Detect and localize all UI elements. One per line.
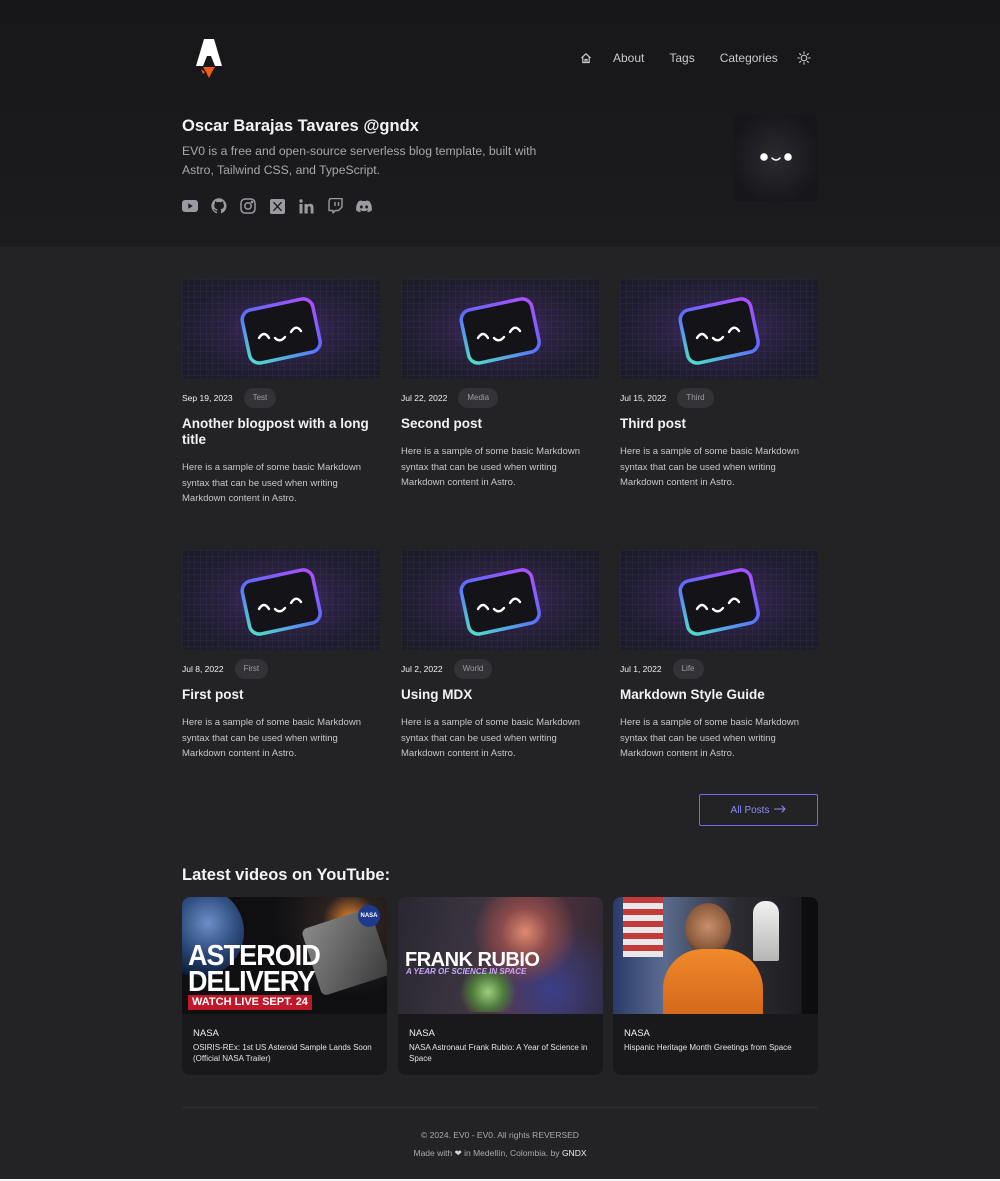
- sun-icon[interactable]: [795, 49, 813, 67]
- post-card[interactable]: Jul 8, 2022 First First post Here is a sa…: [182, 550, 380, 762]
- footer-made-suffix: in Medellín, Colombia. by: [464, 1148, 560, 1158]
- video-card[interactable]: FRANK RUBIO A YEAR OF SCIENCE IN SPACE N…: [398, 897, 603, 1075]
- astronaut-face: [685, 903, 731, 955]
- post-thumbnail[interactable]: [401, 550, 599, 650]
- shuttle-graphic: [753, 901, 779, 961]
- post-card[interactable]: Jul 22, 2022 Media Second post Here is a …: [401, 279, 599, 491]
- post-date: Jul 1, 2022: [620, 664, 662, 674]
- youtube-icon[interactable]: [182, 198, 198, 214]
- main-nav: About Tags Categories: [576, 49, 813, 67]
- post-thumbnail[interactable]: [182, 279, 380, 379]
- post-title[interactable]: Using MDX: [401, 687, 599, 703]
- video-thumbnail[interactable]: [613, 897, 818, 1014]
- discord-icon[interactable]: [356, 198, 372, 214]
- post-excerpt: Here is a sample of some basic Markdown …: [401, 446, 580, 489]
- nav-about-link[interactable]: About: [613, 49, 644, 67]
- author-description: EV0 is a free and open-source serverless…: [182, 144, 537, 177]
- post-thumbnail[interactable]: [620, 550, 818, 650]
- video-title[interactable]: Hispanic Heritage Month Greetings from S…: [624, 1043, 810, 1054]
- video-channel[interactable]: NASA: [193, 1028, 219, 1039]
- instagram-icon[interactable]: [240, 198, 256, 214]
- video-title[interactable]: OSIRIS-REx: 1st US Asteroid Sample Lands…: [193, 1043, 379, 1064]
- post-date: Jul 8, 2022: [182, 664, 224, 674]
- post-thumbnail[interactable]: [401, 279, 599, 379]
- heart-icon: ❤: [454, 1148, 462, 1158]
- post-tag[interactable]: Third: [677, 388, 714, 408]
- post-title[interactable]: Another blogpost with a long title: [182, 416, 380, 448]
- plants-graphic: [453, 972, 523, 1012]
- thumbnail-title-line2: DELIVERY: [188, 966, 315, 998]
- post-tag[interactable]: Media: [458, 388, 499, 408]
- post-tag[interactable]: Life: [672, 659, 704, 679]
- post-thumbnail[interactable]: [182, 550, 380, 650]
- author-avatar: [733, 115, 818, 201]
- nasa-badge: NASA: [358, 905, 380, 927]
- all-posts-label: All Posts: [730, 804, 770, 816]
- post-date: Sep 19, 2023: [182, 393, 233, 403]
- post-card[interactable]: Jul 1, 2022 Life Markdown Style Guide Her…: [620, 550, 818, 762]
- flag-graphic: [623, 897, 663, 957]
- post-date: Jul 15, 2022: [620, 393, 667, 403]
- nav-categories-link[interactable]: Categories: [720, 49, 778, 67]
- post-excerpt: Here is a sample of some basic Markdown …: [401, 717, 580, 760]
- arrow-right-icon: [774, 804, 787, 816]
- footer-made-with: Made with ❤ in Medellín, Colombia. by GN…: [0, 1148, 1000, 1159]
- video-channel[interactable]: NASA: [624, 1028, 650, 1039]
- hero-section: [0, 0, 1000, 247]
- thumbnail-subtitle: WATCH LIVE SEPT. 24: [188, 995, 312, 1010]
- footer-author-link[interactable]: GNDX: [562, 1148, 587, 1158]
- post-thumbnail[interactable]: [620, 279, 818, 379]
- post-tag[interactable]: First: [234, 659, 269, 679]
- post-excerpt: Here is a sample of some basic Markdown …: [182, 717, 361, 760]
- video-title[interactable]: NASA Astronaut Frank Rubio: A Year of Sc…: [409, 1043, 595, 1064]
- linkedin-icon[interactable]: [298, 198, 314, 214]
- post-card[interactable]: Jul 2, 2022 World Using MDX Here is a sam…: [401, 550, 599, 762]
- post-tag[interactable]: Test: [243, 388, 277, 408]
- github-icon[interactable]: [211, 198, 227, 214]
- video-thumbnail[interactable]: NASA ASTEROID DELIVERY WATCH LIVE SEPT. …: [182, 897, 387, 1014]
- youtube-heading: Latest videos on YouTube:: [182, 866, 391, 884]
- post-title[interactable]: Third post: [620, 416, 818, 432]
- x-icon[interactable]: [269, 198, 285, 214]
- video-card[interactable]: NASA Hispanic Heritage Month Greetings f…: [613, 897, 818, 1075]
- post-title[interactable]: Second post: [401, 416, 599, 432]
- video-card[interactable]: NASA ASTEROID DELIVERY WATCH LIVE SEPT. …: [182, 897, 387, 1075]
- all-posts-button[interactable]: All Posts: [699, 794, 818, 826]
- video-channel[interactable]: NASA: [409, 1028, 435, 1039]
- home-icon[interactable]: [576, 49, 596, 67]
- footer-divider: [182, 1107, 818, 1108]
- post-excerpt: Here is a sample of some basic Markdown …: [620, 717, 799, 760]
- thumbnail-subtitle: A YEAR OF SCIENCE IN SPACE: [406, 967, 527, 976]
- video-thumbnail[interactable]: FRANK RUBIO A YEAR OF SCIENCE IN SPACE: [398, 897, 603, 1014]
- rocket-logo-icon[interactable]: [193, 36, 225, 80]
- post-card[interactable]: Sep 19, 2023 Test Another blogpost with a…: [182, 279, 380, 507]
- author-name: Oscar Barajas Tavares @gndx: [182, 117, 419, 135]
- post-excerpt: Here is a sample of some basic Markdown …: [620, 446, 799, 489]
- post-tag[interactable]: World: [453, 659, 493, 679]
- orange-spacesuit: [663, 949, 763, 1014]
- post-card[interactable]: Jul 15, 2022 Third Third post Here is a s…: [620, 279, 818, 491]
- post-excerpt: Here is a sample of some basic Markdown …: [182, 462, 361, 505]
- post-date: Jul 22, 2022: [401, 393, 448, 403]
- footer-copyright: © 2024. EV0 - EV0. All rights REVERSED: [421, 1130, 579, 1140]
- footer-made-prefix: Made with: [413, 1148, 453, 1158]
- nav-tags-link[interactable]: Tags: [669, 49, 694, 67]
- post-title[interactable]: First post: [182, 687, 380, 703]
- social-links: [182, 198, 372, 214]
- post-date: Jul 2, 2022: [401, 664, 443, 674]
- twitch-icon[interactable]: [327, 198, 343, 214]
- post-title[interactable]: Markdown Style Guide: [620, 687, 818, 703]
